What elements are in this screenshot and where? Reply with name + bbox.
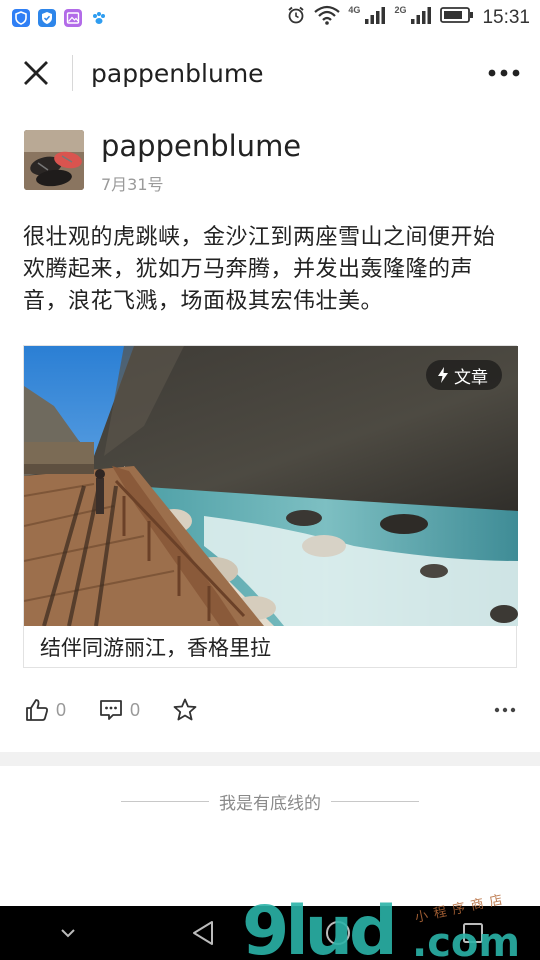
article-caption: 结伴同游丽江，香格里拉	[40, 636, 271, 660]
close-button[interactable]	[0, 36, 72, 110]
back-button[interactable]	[173, 906, 233, 960]
post-text: 很壮观的虎跳峡，金沙江到两座雪山之间便开始欢腾起来，犹如万马奔腾，并发出轰隆隆的…	[23, 225, 496, 314]
article-card[interactable]: 文章 结伴同游丽江，香格里拉	[23, 345, 518, 668]
signal-icon-2	[410, 5, 432, 31]
author-name[interactable]: pappenblume	[101, 130, 301, 162]
post-actions: 0 0	[24, 688, 518, 732]
chevron-down-icon	[60, 929, 75, 938]
article-badge: 文章	[426, 360, 502, 390]
system-status: 4G 2G 15:31	[286, 5, 530, 31]
gallery-app-icon	[64, 9, 82, 27]
check-shield-app-icon	[38, 9, 56, 27]
network-type-2: 2G	[394, 5, 407, 15]
post-more-button[interactable]	[494, 707, 516, 713]
divider-line-right	[331, 800, 419, 802]
post-author: pappenblume 7月31号	[24, 130, 301, 195]
more-dots-icon	[488, 69, 520, 77]
clock-time: 15:31	[482, 7, 530, 28]
avatar-image	[24, 130, 84, 190]
home-circle-icon	[325, 921, 350, 945]
alarm-icon	[286, 5, 306, 31]
more-dots-icon	[494, 707, 516, 713]
wifi-icon	[314, 5, 341, 31]
end-of-list-text: 我是有底线的	[219, 793, 321, 814]
network-type-1: 4G	[348, 5, 361, 15]
comment-icon	[100, 700, 122, 720]
section-separator	[0, 752, 540, 766]
comment-count: 0	[130, 699, 141, 720]
close-icon	[24, 61, 48, 85]
hide-nav-button[interactable]	[38, 906, 98, 960]
more-options-button[interactable]	[474, 36, 534, 110]
page-title: pappenblume	[91, 58, 264, 88]
status-bar: 4G 2G 15:31	[0, 0, 540, 36]
thumbs-up-icon	[26, 699, 48, 721]
post-date: 7月31号	[101, 175, 164, 194]
nav-divider	[72, 55, 73, 91]
comment-button[interactable]: 0	[98, 697, 140, 723]
paw-app-icon	[90, 9, 108, 27]
article-badge-label: 文章	[454, 367, 488, 388]
avatar[interactable]	[24, 130, 84, 190]
system-navigation-bar	[0, 906, 540, 960]
home-button[interactable]	[308, 906, 368, 960]
notification-icons	[12, 9, 108, 27]
shield-app-icon	[12, 9, 30, 27]
like-button[interactable]: 0	[24, 697, 66, 723]
recents-button[interactable]	[443, 906, 503, 960]
recents-square-icon	[462, 923, 483, 943]
end-of-list: 我是有底线的	[0, 786, 540, 816]
signal-icon	[364, 5, 386, 31]
back-triangle-icon	[192, 921, 213, 945]
lightning-icon	[438, 367, 448, 383]
top-navigation: pappenblume	[0, 36, 540, 110]
author-info: pappenblume 7月31号	[101, 130, 301, 195]
favorite-button[interactable]	[172, 697, 198, 723]
battery-icon	[440, 6, 474, 30]
divider-line-left	[121, 800, 209, 802]
star-icon	[173, 698, 197, 721]
like-count: 0	[56, 699, 67, 720]
